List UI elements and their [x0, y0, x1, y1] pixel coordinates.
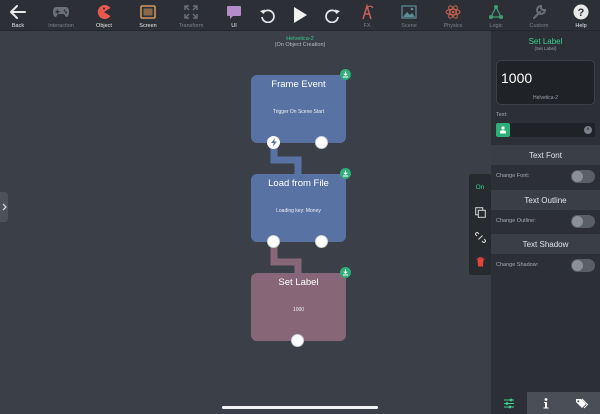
connection-frame-to-load [270, 148, 302, 177]
change-outline-label: Change Outline: [496, 218, 536, 224]
clear-icon[interactable]: × [584, 126, 592, 134]
trash-icon [476, 257, 484, 267]
change-shadow-toggle[interactable] [571, 259, 595, 272]
node-output-port-right[interactable] [315, 235, 328, 248]
unlink-button[interactable] [469, 226, 491, 248]
download-icon [343, 170, 348, 177]
node-title: Load from File [268, 178, 329, 189]
toggle-knob [572, 260, 583, 271]
wrench-icon [530, 3, 548, 21]
toolbar-custom-label: Custom [529, 23, 549, 29]
info-icon [543, 397, 548, 408]
app-root: Back Interaction Object Screen Transform [0, 0, 600, 414]
change-outline-toggle[interactable] [571, 215, 595, 228]
node-load-from-file[interactable]: Load from File Loading key: Money [251, 168, 351, 248]
change-font-toggle[interactable] [571, 170, 595, 183]
node-action-bar: On [469, 174, 491, 275]
lightning-icon [270, 138, 277, 147]
toolbar-custom-button[interactable]: Custom [525, 0, 553, 31]
panel-title: Set Label [528, 37, 563, 46]
section-text-outline: Text Outline [491, 190, 600, 210]
properties-panel: Set Label (Set Label) 1000 Helvetica-2 T… [491, 31, 600, 414]
node-frame-event[interactable]: Frame Event Trigger On Scene Start [251, 69, 351, 149]
preview-font-name: Helvetica-2 [532, 95, 558, 101]
toolbar-logic-label: Logic [489, 23, 503, 29]
variable-picker-button[interactable] [496, 123, 510, 137]
change-font-label: Change Font: [496, 173, 530, 179]
toolbar-help-button[interactable]: ? Help [570, 0, 592, 31]
node-title: Set Label [278, 277, 319, 288]
change-shadow-label: Change Shadow: [496, 262, 539, 268]
change-outline-row: Change Outline: [491, 212, 600, 232]
delete-button[interactable] [469, 251, 491, 273]
tags-icon [576, 398, 589, 408]
node-subtitle: 1000 [292, 307, 305, 313]
download-icon [343, 71, 348, 78]
home-indicator [222, 406, 378, 409]
preview-value: 1000 [501, 70, 533, 86]
toggle-on-button[interactable]: On [469, 176, 491, 198]
toolbar-help-label: Help [575, 23, 587, 29]
connection-load-to-setlabel [270, 246, 302, 276]
node-download-badge[interactable] [340, 267, 351, 278]
tab-properties[interactable] [491, 392, 527, 414]
node-subtitle: Loading key: Money [276, 208, 321, 214]
panel-tabs [491, 392, 600, 414]
section-text-shadow: Text Shadow [491, 234, 600, 254]
duplicate-button[interactable] [469, 201, 491, 223]
node-output-port-left[interactable] [267, 235, 280, 248]
variable-icon [500, 126, 506, 134]
node-connections [270, 148, 302, 276]
change-font-row: Change Font: [491, 167, 600, 187]
node-output-port[interactable] [315, 136, 328, 149]
sliders-icon [504, 398, 514, 408]
panel-subtitle: (Set Label) [534, 46, 557, 51]
text-input[interactable]: × [496, 123, 595, 137]
toggle-knob [572, 216, 583, 227]
toggle-knob [572, 171, 583, 182]
tab-tags[interactable] [564, 392, 600, 414]
node-output-port[interactable] [291, 334, 304, 347]
text-field-label: Text: [496, 112, 508, 118]
toggle-on-label: On [475, 183, 485, 191]
svg-text:?: ? [578, 7, 585, 19]
tab-info[interactable] [527, 392, 564, 414]
label-preview: 1000 Helvetica-2 [496, 60, 595, 105]
download-icon [343, 269, 348, 276]
copy-icon [474, 206, 486, 218]
node-trigger-port[interactable] [267, 136, 280, 149]
unlink-icon [474, 231, 486, 243]
node-set-label[interactable]: Set Label 1000 [251, 267, 351, 347]
change-shadow-row: Change Shadow: [491, 256, 600, 276]
section-text-font: Text Font [491, 145, 600, 165]
node-download-badge[interactable] [340, 168, 351, 179]
panel-header: Set Label (Set Label) [491, 31, 600, 55]
help-icon: ? [572, 3, 590, 21]
node-title: Frame Event [271, 79, 326, 90]
node-subtitle: Trigger On Scene Start [272, 109, 325, 115]
node-download-badge[interactable] [340, 69, 351, 80]
